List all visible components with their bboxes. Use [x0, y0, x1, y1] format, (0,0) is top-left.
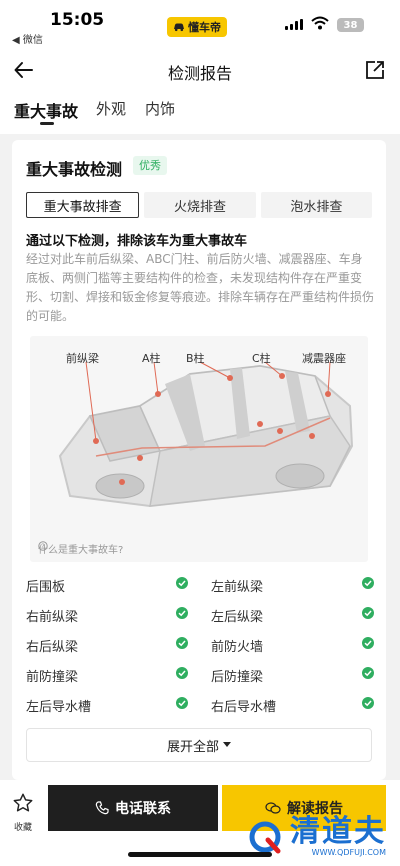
card-title: 重大事故检测 — [26, 160, 123, 179]
part-label-a-pillar: A柱 — [142, 352, 161, 365]
check-item: 左后导水槽 — [26, 700, 92, 715]
status-time: 15:05 — [50, 10, 105, 30]
part-label-front-rail: 前纵梁 — [66, 352, 99, 365]
call-label: 电话联系 — [115, 801, 171, 817]
check-ok-icon — [362, 667, 374, 679]
signal-icon — [285, 19, 303, 30]
check-list: 后围板 左前纵梁 右前纵梁 左后纵梁 右后纵梁 前防火墙 前防撞梁 后防撞梁 左… — [26, 572, 376, 722]
status-badge: 优秀 — [133, 156, 167, 175]
chat-icon — [265, 802, 281, 814]
check-item: 右后纵梁 — [26, 640, 79, 655]
part-label-c-pillar: C柱 — [252, 352, 271, 365]
share-icon[interactable] — [364, 59, 386, 81]
check-row: 右后纵梁 前防火墙 — [26, 632, 376, 662]
home-indicator — [128, 852, 272, 857]
accident-inspection-card: 重大事故检测 优秀 重大事故排查 火烧排查 泡水排查 通过以下检测，排除该车为重… — [12, 140, 386, 780]
battery-level: 38 — [343, 19, 358, 31]
check-ok-icon — [176, 637, 188, 649]
nav-bar: 检测报告 — [0, 48, 400, 92]
what-is-major-accident-link[interactable]: 什么是重大事故车? ? — [38, 541, 123, 556]
inspection-description: 经过对此车前后纵梁、ABC门柱、前后防火墙、减震器座、车身底板、两侧门槛等主要结… — [26, 252, 375, 323]
check-row: 右前纵梁 左后纵梁 — [26, 602, 376, 632]
check-ok-icon — [362, 577, 374, 589]
subtab-major-accident[interactable]: 重大事故排查 — [26, 192, 140, 218]
check-row: 后围板 左前纵梁 — [26, 572, 376, 602]
back-to-app-link[interactable]: ◀ 微信 — [12, 31, 43, 46]
part-label-shock-mount: 减震器座 — [302, 352, 346, 365]
tab-indicator — [40, 122, 54, 125]
expand-all-label: 展开全部 — [166, 739, 219, 755]
bottom-action-bar: 收藏 电话联系 解读报告 清道夫 WWW.QDFUJI.COM — [0, 780, 400, 866]
check-row: 左后导水槽 右后导水槽 — [26, 692, 376, 722]
brand-pill: 懂车帝 — [167, 17, 227, 37]
tab-exterior[interactable]: 外观 — [96, 98, 126, 119]
status-bar: 15:05 ◀ 微信 懂车帝 38 — [0, 0, 400, 48]
what-is-label: 什么是重大事故车? — [38, 545, 124, 556]
check-item: 前防火墙 — [211, 640, 264, 655]
check-item: 左前纵梁 — [211, 580, 264, 595]
check-item: 后防撞梁 — [211, 670, 264, 685]
page-title: 检测报告 — [167, 64, 232, 83]
check-item: 前防撞梁 — [26, 670, 79, 685]
inspection-subtabs: 重大事故排查 火烧排查 泡水排查 — [26, 192, 372, 218]
check-item: 右前纵梁 — [26, 610, 79, 625]
tab-major-accident[interactable]: 重大事故 — [14, 98, 78, 122]
wifi-icon — [311, 16, 329, 30]
expand-all-button[interactable]: 展开全部 — [26, 728, 372, 762]
watermark: 清道夫 WWW.QDFUJI.COM — [248, 816, 386, 857]
battery-icon: 38 — [337, 18, 364, 32]
brand-label: 懂车帝 — [188, 21, 221, 34]
check-ok-icon — [362, 607, 374, 619]
subtab-flood[interactable]: 泡水排查 — [260, 192, 372, 218]
category-tabs: 重大事故 外观 内饰 — [0, 92, 400, 134]
call-button[interactable]: 电话联系 — [48, 785, 218, 831]
subtab-fire[interactable]: 火烧排查 — [144, 192, 256, 218]
check-row: 前防撞梁 后防撞梁 — [26, 662, 376, 692]
favorite-button[interactable]: 收藏 — [10, 792, 36, 833]
car-icon — [174, 23, 184, 32]
check-ok-icon — [362, 637, 374, 649]
watermark-url: WWW.QDFUJI.COM — [311, 848, 386, 857]
check-item: 右后导水槽 — [211, 700, 277, 715]
caret-down-icon — [223, 742, 231, 747]
phone-icon — [95, 801, 109, 815]
check-ok-icon — [176, 667, 188, 679]
check-ok-icon — [176, 577, 188, 589]
tab-interior[interactable]: 内饰 — [145, 98, 175, 119]
check-item: 后围板 — [26, 580, 66, 595]
check-ok-icon — [176, 697, 188, 709]
star-icon — [13, 793, 33, 812]
favorite-label: 收藏 — [13, 823, 32, 833]
check-item: 左后纵梁 — [211, 610, 264, 625]
check-ok-icon — [176, 607, 188, 619]
car-frame-diagram: 前纵梁 A柱 B柱 C柱 减震器座 什么是重大事故车? ? — [30, 336, 368, 562]
help-icon: ? — [38, 541, 48, 551]
inspection-headline: 通过以下检测，排除该车为重大事故车 — [26, 234, 248, 249]
svg-text:?: ? — [41, 543, 45, 551]
watermark-logo-icon — [249, 821, 281, 853]
car-frame-illustration — [58, 361, 354, 508]
check-ok-icon — [362, 697, 374, 709]
watermark-text: 清道夫 — [290, 814, 386, 849]
part-label-b-pillar: B柱 — [186, 352, 205, 365]
